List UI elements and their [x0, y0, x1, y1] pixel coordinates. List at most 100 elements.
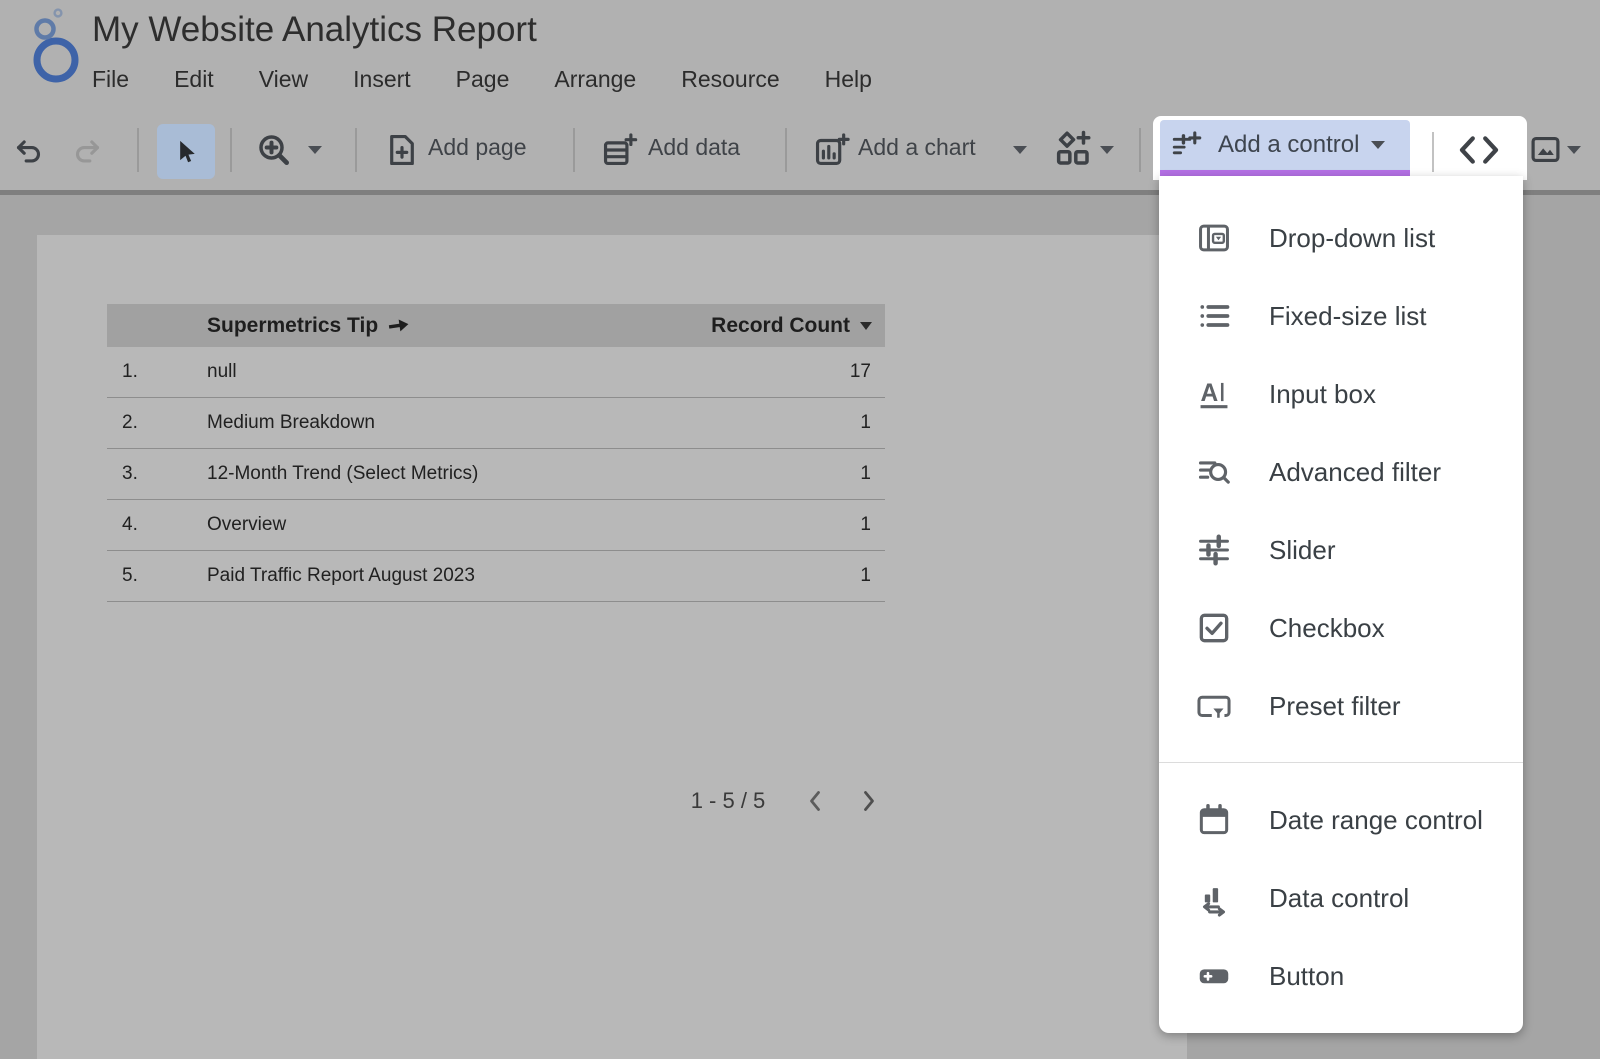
toolbar-divider: [137, 128, 139, 172]
add-data-icon[interactable]: [600, 131, 638, 169]
menu-item-advanced-filter[interactable]: Advanced filter: [1159, 433, 1523, 511]
menu-item-drop-down-list[interactable]: Drop-down list: [1159, 199, 1523, 277]
row-index: 4.: [122, 514, 152, 536]
table-pagination: 1 - 5 / 5: [673, 781, 891, 821]
report-page[interactable]: Supermetrics Tip Record Count 1. null: [37, 235, 1187, 1059]
community-visualizations-caret-icon[interactable]: [1100, 146, 1114, 154]
menu-help[interactable]: Help: [825, 66, 872, 93]
add-chart-icon[interactable]: [812, 131, 850, 169]
menu-arrange[interactable]: Arrange: [554, 66, 636, 93]
menu-item-label: Data control: [1269, 883, 1409, 914]
report-table[interactable]: Supermetrics Tip Record Count 1. null: [107, 304, 885, 602]
looker-studio-logo-icon[interactable]: [24, 4, 86, 86]
embed-code-icon[interactable]: [1454, 126, 1504, 174]
add-control-button[interactable]: Add a control: [1160, 120, 1410, 170]
menu-item-label: Advanced filter: [1269, 457, 1441, 488]
add-control-menu: Drop-down list Fixed-size list A Input b…: [1159, 176, 1523, 1033]
add-data-label[interactable]: Add data: [648, 134, 740, 161]
table-row: 4. Overview 1: [107, 500, 885, 551]
menu-item-label: Checkbox: [1269, 613, 1385, 644]
table-header-row[interactable]: Supermetrics Tip Record Count: [107, 304, 885, 347]
table-row: 2. Medium Breakdown 1: [107, 398, 885, 449]
toolbar-divider: [230, 128, 232, 172]
pagination-prev-button[interactable]: [793, 781, 837, 821]
menu-insert[interactable]: Insert: [353, 66, 411, 93]
menubar: File Edit View Insert Page Arrange Resou…: [92, 66, 872, 93]
checkbox-icon: [1195, 609, 1233, 647]
table-row: 1. null 17: [107, 347, 885, 398]
community-visualizations-icon[interactable]: [1052, 129, 1094, 171]
row-metric-value: 1: [860, 463, 871, 485]
select-tool-button[interactable]: [157, 124, 215, 179]
advanced-filter-icon: [1195, 453, 1233, 491]
row-dimension-value: Overview: [207, 514, 286, 536]
menu-item-label: Slider: [1269, 535, 1335, 566]
menu-item-label: Preset filter: [1269, 691, 1401, 722]
menu-view[interactable]: View: [259, 66, 308, 93]
toolbar-divider: [355, 128, 357, 172]
zoom-tool-caret-icon[interactable]: [308, 146, 322, 154]
svg-text:A: A: [1201, 380, 1219, 407]
column-header-dimension[interactable]: Supermetrics Tip: [207, 314, 378, 338]
chevron-right-icon: [859, 788, 879, 814]
menu-file[interactable]: File: [92, 66, 129, 93]
row-metric-value: 1: [860, 412, 871, 434]
menu-item-label: Drop-down list: [1269, 223, 1435, 254]
redo-icon[interactable]: [70, 134, 104, 168]
column-header-metric[interactable]: Record Count: [711, 314, 850, 338]
zoom-tool-icon[interactable]: [254, 130, 294, 170]
table-row: 3. 12-Month Trend (Select Metrics) 1: [107, 449, 885, 500]
drop-down-list-icon: [1195, 219, 1233, 257]
menu-item-fixed-size-list[interactable]: Fixed-size list: [1159, 277, 1523, 355]
menu-item-input-box[interactable]: A Input box: [1159, 355, 1523, 433]
arrow-right-icon: [386, 315, 412, 335]
report-title[interactable]: My Website Analytics Report: [92, 10, 537, 50]
menu-item-date-range-control[interactable]: Date range control: [1159, 781, 1523, 859]
image-tool-caret-icon[interactable]: [1567, 146, 1581, 154]
menu-divider: [1159, 762, 1523, 763]
menu-item-slider[interactable]: Slider: [1159, 511, 1523, 589]
sort-desc-icon[interactable]: [860, 322, 872, 330]
row-index: 2.: [122, 412, 152, 434]
row-dimension-value: Paid Traffic Report August 2023: [207, 565, 475, 587]
row-index: 5.: [122, 565, 152, 587]
toolbar-divider: [785, 128, 787, 172]
undo-icon[interactable]: [12, 134, 46, 168]
add-control-icon: [1170, 128, 1204, 162]
toolbar-divider: [1139, 128, 1141, 172]
add-control-caret-icon: [1371, 141, 1385, 149]
add-control-highlight-area: Add a control: [1153, 116, 1527, 180]
image-tool-icon[interactable]: [1528, 132, 1563, 167]
button-icon: [1195, 957, 1233, 995]
menu-item-label: Input box: [1269, 379, 1376, 410]
add-page-icon[interactable]: [383, 131, 421, 169]
row-dimension-value: null: [207, 361, 237, 383]
data-control-icon: [1195, 879, 1233, 917]
row-metric-value: 17: [850, 361, 871, 383]
row-metric-value: 1: [860, 565, 871, 587]
row-dimension-value: Medium Breakdown: [207, 412, 375, 434]
toolbar-divider: [1432, 132, 1434, 172]
menu-item-checkbox[interactable]: Checkbox: [1159, 589, 1523, 667]
menu-item-button[interactable]: Button: [1159, 937, 1523, 1015]
add-control-label: Add a control: [1218, 131, 1359, 159]
add-chart-label[interactable]: Add a chart: [858, 134, 976, 161]
menu-page[interactable]: Page: [456, 66, 510, 93]
menu-item-label: Button: [1269, 961, 1344, 992]
table-row: 5. Paid Traffic Report August 2023 1: [107, 551, 885, 602]
menu-edit[interactable]: Edit: [174, 66, 214, 93]
slider-icon: [1195, 531, 1233, 569]
menu-item-data-control[interactable]: Data control: [1159, 859, 1523, 937]
pagination-range: 1 - 5 / 5: [673, 788, 783, 814]
input-box-icon: A: [1195, 375, 1233, 413]
chevron-left-icon: [805, 788, 825, 814]
cursor-icon: [172, 137, 200, 167]
menu-item-label: Date range control: [1269, 805, 1483, 836]
add-chart-caret-icon[interactable]: [1013, 146, 1027, 154]
pagination-next-button[interactable]: [847, 781, 891, 821]
fixed-size-list-icon: [1195, 297, 1233, 335]
date-range-icon: [1195, 801, 1233, 839]
menu-resource[interactable]: Resource: [681, 66, 779, 93]
add-page-label[interactable]: Add page: [428, 134, 526, 161]
menu-item-preset-filter[interactable]: Preset filter: [1159, 667, 1523, 745]
